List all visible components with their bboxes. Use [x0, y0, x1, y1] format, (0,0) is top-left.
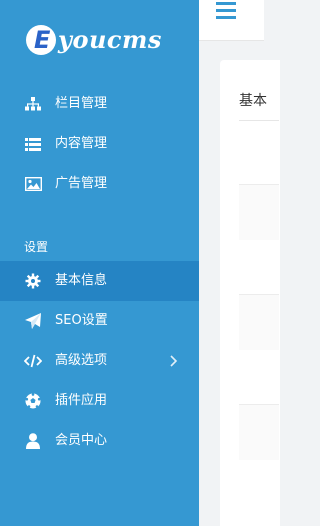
sidebar-item-plugins[interactable]: 插件应用 — [0, 381, 199, 421]
sidebar-item-label: 会员中心 — [55, 433, 108, 448]
top-bar — [199, 0, 264, 41]
form-row — [239, 184, 279, 240]
image-icon — [24, 175, 42, 193]
sidebar-item-content-management[interactable]: 内容管理 — [0, 124, 199, 164]
sidebar-item-label: 广告管理 — [55, 176, 108, 191]
sidebar-item-seo-settings[interactable]: SEO设置 — [0, 301, 199, 341]
sidebar-item-member-center[interactable]: 会员中心 — [0, 421, 199, 461]
chevron-right-icon — [167, 354, 181, 368]
logo-text: youcms — [58, 25, 162, 54]
logo[interactable]: youcms — [26, 20, 176, 60]
sidebar-item-basic-info[interactable]: 基本信息 — [0, 261, 199, 301]
sidebar-item-label: 栏目管理 — [55, 96, 108, 111]
panel-divider — [239, 120, 279, 121]
send-icon — [24, 312, 42, 330]
soccer-ball-icon — [24, 392, 42, 410]
section-label-settings: 设置 — [24, 240, 49, 254]
form-row — [239, 294, 279, 350]
sidebar-item-label: 内容管理 — [55, 136, 108, 151]
code-icon — [24, 352, 42, 370]
user-icon — [24, 432, 42, 450]
list-icon — [24, 135, 42, 153]
form-row — [239, 404, 279, 460]
panel-title: 基本 — [239, 93, 267, 109]
sidebar-item-label: 高级选项 — [55, 353, 108, 368]
sidebar-item-label: 插件应用 — [55, 393, 108, 408]
sidebar: youcms 栏目管理 内容管理 — [0, 0, 199, 526]
sidebar-item-column-management[interactable]: 栏目管理 — [0, 84, 199, 124]
hamburger-icon[interactable] — [216, 2, 236, 20]
content-panel: 基本 — [220, 60, 280, 526]
sidebar-item-label: 基本信息 — [55, 273, 108, 288]
sitemap-icon — [24, 95, 42, 113]
sidebar-item-advanced-options[interactable]: 高级选项 — [0, 341, 199, 381]
gear-icon — [24, 272, 42, 290]
logo-e-icon — [26, 25, 56, 55]
sidebar-item-label: SEO设置 — [55, 313, 108, 328]
sidebar-item-ad-management[interactable]: 广告管理 — [0, 164, 199, 204]
